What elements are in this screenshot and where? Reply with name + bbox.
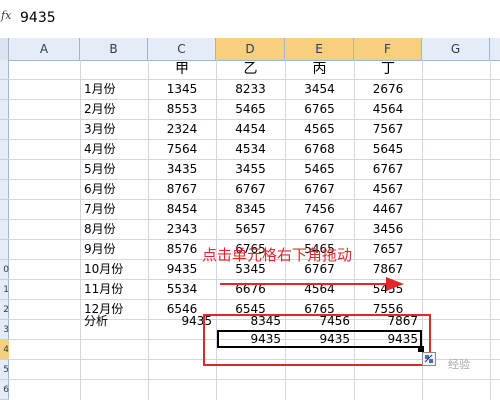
grid-line: [9, 379, 500, 380]
cell-analysis-label[interactable]: 分析: [80, 312, 148, 331]
row-header[interactable]: 5: [0, 360, 9, 380]
cell-month[interactable]: 4月份: [80, 140, 148, 159]
cell-header-f[interactable]: 丁: [354, 60, 422, 79]
cell-value[interactable]: 3455: [216, 160, 285, 179]
column-header-b[interactable]: B: [80, 38, 148, 60]
cell-value[interactable]: 6768: [285, 140, 354, 159]
column-header-a[interactable]: A: [9, 38, 80, 60]
row-header[interactable]: 6: [0, 380, 9, 400]
column-header-c[interactable]: C: [148, 38, 216, 60]
function-icon[interactable]: fx: [1, 9, 11, 27]
right-arrow-icon: [220, 277, 404, 291]
cell-value[interactable]: 7567: [354, 120, 422, 139]
cell-month[interactable]: 7月份: [80, 200, 148, 219]
cell-value[interactable]: 6767: [285, 220, 354, 239]
cell-value[interactable]: 6767: [216, 180, 285, 199]
cell-value[interactable]: 5465: [216, 100, 285, 119]
row-header[interactable]: [0, 60, 9, 80]
cell-value[interactable]: 3456: [354, 220, 422, 239]
row-header-selected[interactable]: 4: [0, 340, 9, 360]
cell-value[interactable]: 6767: [285, 180, 354, 199]
column-header-d[interactable]: D: [216, 38, 285, 60]
cell-value[interactable]: 7657: [354, 240, 422, 259]
column-header-g[interactable]: G: [422, 38, 490, 60]
row-header[interactable]: [0, 240, 9, 260]
cell-value[interactable]: 4454: [216, 120, 285, 139]
cell-value[interactable]: 5534: [148, 280, 216, 299]
cell-value[interactable]: 2324: [148, 120, 216, 139]
column-header-e[interactable]: E: [285, 38, 354, 60]
row-header[interactable]: [0, 200, 9, 220]
cell-month[interactable]: 9月份: [80, 240, 148, 259]
row-header[interactable]: 0: [0, 260, 9, 280]
cell-value[interactable]: 5645: [354, 140, 422, 159]
cell-header-d[interactable]: 乙: [216, 60, 285, 79]
cell-month[interactable]: 11月份: [80, 280, 148, 299]
cell-value[interactable]: 5657: [216, 220, 285, 239]
cell-month[interactable]: 2月份: [80, 100, 148, 119]
select-all-corner[interactable]: [0, 38, 9, 60]
cell-value[interactable]: 2676: [354, 80, 422, 99]
row-header[interactable]: [0, 140, 9, 160]
cell-value[interactable]: 8454: [148, 200, 216, 219]
cell-value[interactable]: 2343: [148, 220, 216, 239]
formula-bar: fx 9435: [0, 0, 500, 39]
column-header-f[interactable]: F: [354, 38, 422, 60]
cell-value[interactable]: 3454: [285, 80, 354, 99]
grid-line: [490, 60, 491, 400]
cell-month[interactable]: 10月份: [80, 260, 148, 279]
cell-month[interactable]: 6月份: [80, 180, 148, 199]
cell-value[interactable]: 1345: [148, 80, 216, 99]
cell-header-e[interactable]: 丙: [285, 60, 354, 79]
row-header[interactable]: [0, 80, 9, 100]
cell-value[interactable]: 7564: [148, 140, 216, 159]
cell-value[interactable]: 8767: [148, 180, 216, 199]
cell-value[interactable]: 4565: [285, 120, 354, 139]
cell-value[interactable]: 8345: [216, 200, 285, 219]
cell-value[interactable]: 8233: [216, 80, 285, 99]
cell-value[interactable]: 4534: [216, 140, 285, 159]
cell-value[interactable]: 3435: [148, 160, 216, 179]
cell-value[interactable]: 6765: [285, 100, 354, 119]
cell-month[interactable]: 8月份: [80, 220, 148, 239]
watermark: 经验: [448, 358, 470, 371]
cell-header-c[interactable]: 甲: [148, 60, 216, 79]
instruction-annotation: 点击单元格右下角拖动: [202, 246, 353, 264]
cell-value[interactable]: 8553: [148, 100, 216, 119]
row-header[interactable]: [0, 180, 9, 200]
highlight-box: [203, 314, 431, 366]
cell-value[interactable]: 6767: [354, 160, 422, 179]
cell-value[interactable]: 5465: [285, 160, 354, 179]
cell-value[interactable]: 4567: [354, 180, 422, 199]
cell-value[interactable]: 7456: [285, 200, 354, 219]
cell-value[interactable]: 4467: [354, 200, 422, 219]
row-header[interactable]: [0, 100, 9, 120]
formula-input[interactable]: 9435: [20, 10, 56, 26]
autofill-options-icon[interactable]: [422, 352, 436, 366]
row-header[interactable]: [0, 220, 9, 240]
cell-month[interactable]: 5月份: [80, 160, 148, 179]
row-header[interactable]: 3: [0, 320, 9, 340]
row-header[interactable]: 2: [0, 300, 9, 320]
cell-value[interactable]: 4564: [354, 100, 422, 119]
row-header[interactable]: 1: [0, 280, 9, 300]
row-header[interactable]: [0, 160, 9, 180]
cell-month[interactable]: 3月份: [80, 120, 148, 139]
row-header[interactable]: [0, 120, 9, 140]
cell-month[interactable]: 1月份: [80, 80, 148, 99]
